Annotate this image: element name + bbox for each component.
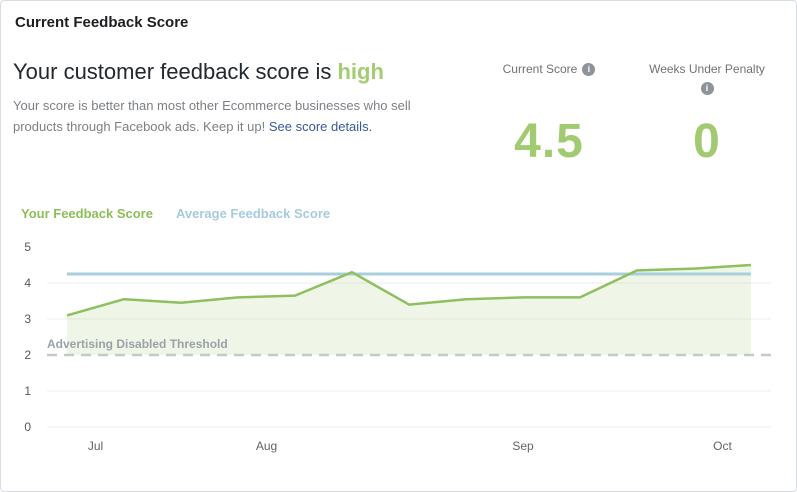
x-axis-tick: Aug: [256, 439, 277, 453]
score-status: high: [337, 59, 383, 84]
penalty-value: 0: [693, 118, 721, 166]
card-title: Current Feedback Score: [1, 1, 796, 32]
chart-legend: Your Feedback Score Average Feedback Sco…: [21, 206, 330, 221]
penalty-label: Weeks Under Penalty: [649, 62, 765, 77]
penalty-label-row: Weeks Under Penalty: [642, 62, 772, 95]
header-row: Your customer feedback score is high You…: [1, 32, 796, 166]
description: Your score is better than most other Eco…: [13, 95, 461, 137]
x-axis-tick: Jul: [88, 439, 103, 453]
legend-average-feedback-score[interactable]: Average Feedback Score: [176, 206, 330, 221]
feedback-score-card: Current Feedback Score Your customer fee…: [0, 0, 797, 492]
headline: Your customer feedback score is high: [13, 58, 461, 86]
info-icon[interactable]: [701, 82, 714, 95]
x-axis-tick: Sep: [512, 439, 534, 453]
headline-block: Your customer feedback score is high You…: [13, 58, 461, 166]
stats-row: Current Score 4.5 Weeks Under Penalty 0: [484, 58, 784, 166]
y-axis-tick: 0: [24, 420, 31, 434]
threshold-label: Advertising Disabled Threshold: [47, 337, 228, 351]
see-score-details-link[interactable]: See score details.: [269, 119, 372, 134]
info-icon[interactable]: [582, 63, 595, 76]
x-axis-tick: Oct: [713, 439, 732, 453]
headline-text: Your customer feedback score is: [13, 59, 337, 84]
weeks-under-penalty-stat: Weeks Under Penalty 0: [642, 62, 772, 166]
current-score-stat: Current Score 4.5: [484, 62, 614, 166]
y-axis-tick: 3: [24, 312, 31, 326]
y-axis-tick: 1: [24, 384, 31, 398]
y-axis-tick: 5: [24, 240, 31, 254]
y-axis-tick: 4: [24, 276, 31, 290]
current-score-value: 4.5: [514, 118, 584, 166]
legend-your-feedback-score[interactable]: Your Feedback Score: [21, 206, 153, 221]
chart-area: 5 4 3 2 1 0 Advertising Disabled Threshold Jul A…: [1, 236, 796, 491]
feedback-line-chart: 5 4 3 2 1 0 Advertising Disabled Threshold Jul A…: [1, 236, 796, 491]
y-axis-tick: 2: [24, 348, 31, 362]
current-score-label-row: Current Score: [503, 62, 596, 77]
current-score-label: Current Score: [503, 62, 578, 77]
